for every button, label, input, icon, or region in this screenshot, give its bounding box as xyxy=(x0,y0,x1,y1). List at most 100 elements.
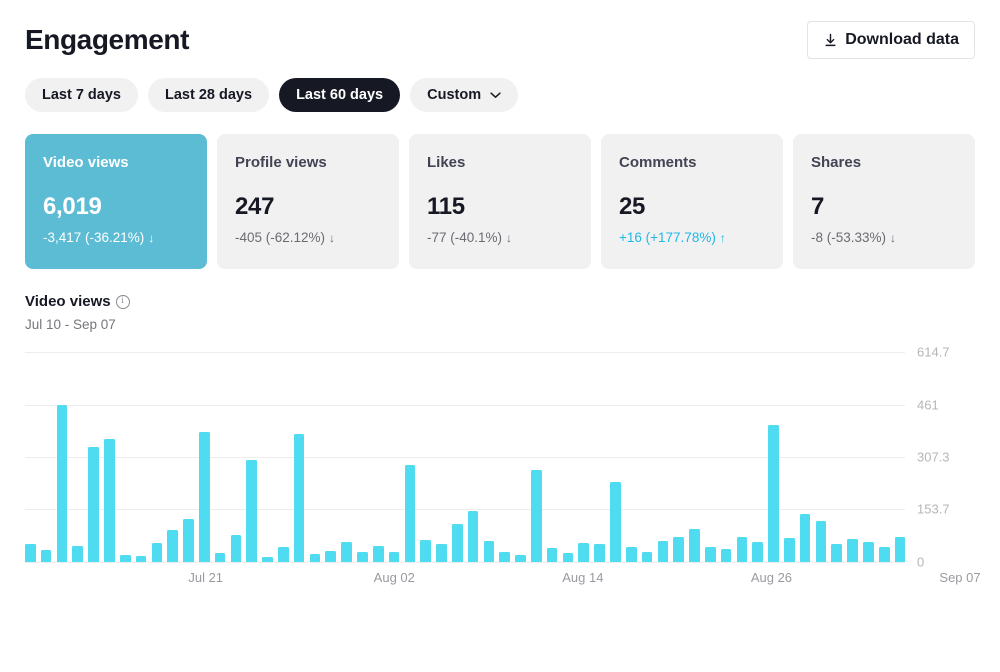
chart-bar[interactable] xyxy=(673,537,684,562)
range-label: Custom xyxy=(427,87,482,103)
engagement-page: Engagement Download data Last 7 days Las… xyxy=(0,0,1000,672)
chart-bar[interactable] xyxy=(56,404,68,562)
chart-bar[interactable] xyxy=(515,555,526,562)
chart-bar[interactable] xyxy=(720,549,732,562)
chart-bar[interactable] xyxy=(72,545,84,562)
chart-bar[interactable] xyxy=(562,553,574,562)
chart-bar[interactable] xyxy=(40,550,52,562)
metric-label: Comments xyxy=(619,154,697,171)
chart-bar[interactable] xyxy=(847,538,858,562)
chart-bar[interactable] xyxy=(736,537,748,562)
chart-bar[interactable] xyxy=(230,534,242,562)
chart-bar[interactable] xyxy=(531,469,542,562)
metric-label: Video views xyxy=(43,154,129,171)
chart-bar[interactable] xyxy=(325,551,337,562)
chart-bar[interactable] xyxy=(404,465,416,562)
chart-bar[interactable] xyxy=(388,551,400,562)
chart-bar[interactable] xyxy=(863,542,874,562)
metric-delta-text: -8 (-53.33%) xyxy=(811,230,887,245)
metric-label: Shares xyxy=(811,154,862,171)
chart-bar[interactable] xyxy=(799,514,811,562)
chart-bar[interactable] xyxy=(594,544,605,562)
arrow-down-icon: ↓ xyxy=(506,230,513,245)
metric-value: 6,019 xyxy=(43,193,102,220)
chart-bar[interactable] xyxy=(641,552,653,562)
chart-bar[interactable] xyxy=(436,544,447,562)
metric-card-video-views[interactable]: Video views 6,019 -3,417 (-36.21%) ↓ xyxy=(25,134,207,269)
chart-bar[interactable] xyxy=(119,555,131,562)
chart-bar[interactable] xyxy=(625,546,637,562)
arrow-down-icon: ↓ xyxy=(148,230,155,245)
chart-bar[interactable] xyxy=(167,529,178,562)
chart-plot-area xyxy=(25,352,906,563)
chart-bar[interactable] xyxy=(135,555,147,562)
metric-card-shares[interactable]: Shares 7 -8 (-53.33%) ↓ xyxy=(793,134,975,269)
chart-bar[interactable] xyxy=(878,546,890,562)
chart-bar[interactable] xyxy=(151,543,163,562)
chart-bar[interactable] xyxy=(499,551,510,562)
chart-bar[interactable] xyxy=(451,524,463,562)
chart-bar[interactable] xyxy=(831,544,843,562)
range-label: Last 60 days xyxy=(296,87,384,103)
metric-label: Profile views xyxy=(235,154,327,171)
chart-bar[interactable] xyxy=(752,542,763,562)
chart-bar[interactable] xyxy=(578,543,590,562)
download-arrow-icon xyxy=(823,33,838,48)
range-last-60-days[interactable]: Last 60 days xyxy=(279,78,401,112)
x-axis-tick-label: Aug 14 xyxy=(562,570,604,585)
range-last-28-days[interactable]: Last 28 days xyxy=(148,78,270,112)
metric-value: 247 xyxy=(235,193,275,220)
metric-card-profile-views[interactable]: Profile views 247 -405 (-62.12%) ↓ xyxy=(217,134,399,269)
range-last-7-days[interactable]: Last 7 days xyxy=(25,78,138,112)
chart-bar[interactable] xyxy=(483,540,495,562)
range-custom[interactable]: Custom xyxy=(410,78,519,112)
chart-bar[interactable] xyxy=(546,548,558,562)
chart-bar[interactable] xyxy=(25,544,36,562)
chart-bar[interactable] xyxy=(278,546,289,562)
download-data-label: Download data xyxy=(845,31,959,48)
chart-bar[interactable] xyxy=(420,539,431,562)
chart-bar[interactable] xyxy=(610,481,621,562)
chart-header: Video views i Jul 10 - Sep 07 xyxy=(25,293,975,332)
chart-bar[interactable] xyxy=(894,537,906,562)
chart-bar[interactable] xyxy=(815,521,827,562)
metric-delta-text: -405 (-62.12%) xyxy=(235,230,326,245)
chart-bar[interactable] xyxy=(657,540,669,562)
y-axis-tick-label: 614.7 xyxy=(917,344,950,360)
y-axis-tick-label: 307.3 xyxy=(917,449,950,465)
y-axis-tick-label: 461 xyxy=(917,397,939,412)
chart-bar[interactable] xyxy=(784,538,795,562)
chart-bar[interactable] xyxy=(704,546,716,562)
chart-x-axis: Jul 21 Aug 02 Aug 14 Aug 26 Sep 07 xyxy=(25,570,980,590)
chart-bar[interactable] xyxy=(357,552,368,562)
chart-bar[interactable] xyxy=(262,556,273,562)
chart-bar[interactable] xyxy=(214,553,226,562)
chart-bar[interactable] xyxy=(104,439,115,562)
y-axis-tick-label: 0 xyxy=(917,554,925,570)
info-icon[interactable]: i xyxy=(115,294,130,309)
range-label: Last 28 days xyxy=(165,87,253,103)
metric-value: 115 xyxy=(427,193,465,220)
arrow-up-icon: ↑ xyxy=(719,230,726,245)
video-views-chart: 614.7 461 307.3 153.7 0 Jul 21 Aug 02 Aug 14 Au… xyxy=(25,345,981,602)
chart-bar[interactable] xyxy=(341,541,352,562)
metric-card-likes[interactable]: Likes 115 -77 (-40.1%) ↓ xyxy=(409,134,591,269)
download-data-button[interactable]: Download data xyxy=(807,21,975,59)
chart-bar[interactable] xyxy=(689,528,700,562)
chart-bar[interactable] xyxy=(183,519,194,562)
metric-card-comments[interactable]: Comments 25 +16 (+177.78%) ↑ xyxy=(601,134,783,269)
x-axis-tick-label: Aug 02 xyxy=(373,570,415,585)
chart-bar[interactable] xyxy=(309,554,321,562)
chart-bar[interactable] xyxy=(768,425,779,562)
chevron-down-icon xyxy=(490,87,501,103)
chart-bar[interactable] xyxy=(198,432,210,562)
chart-bar[interactable] xyxy=(246,459,257,562)
chart-bar[interactable] xyxy=(88,446,99,562)
x-axis-tick-label: Sep 07 xyxy=(939,570,981,585)
metric-delta-text: -3,417 (-36.21%) xyxy=(43,230,145,245)
chart-bar[interactable] xyxy=(467,510,479,562)
chart-bar[interactable] xyxy=(372,545,384,562)
metric-delta: -77 (-40.1%) ↓ xyxy=(427,230,573,245)
chart-bar[interactable] xyxy=(293,433,305,562)
metric-delta-text: +16 (+177.78%) xyxy=(619,230,716,245)
